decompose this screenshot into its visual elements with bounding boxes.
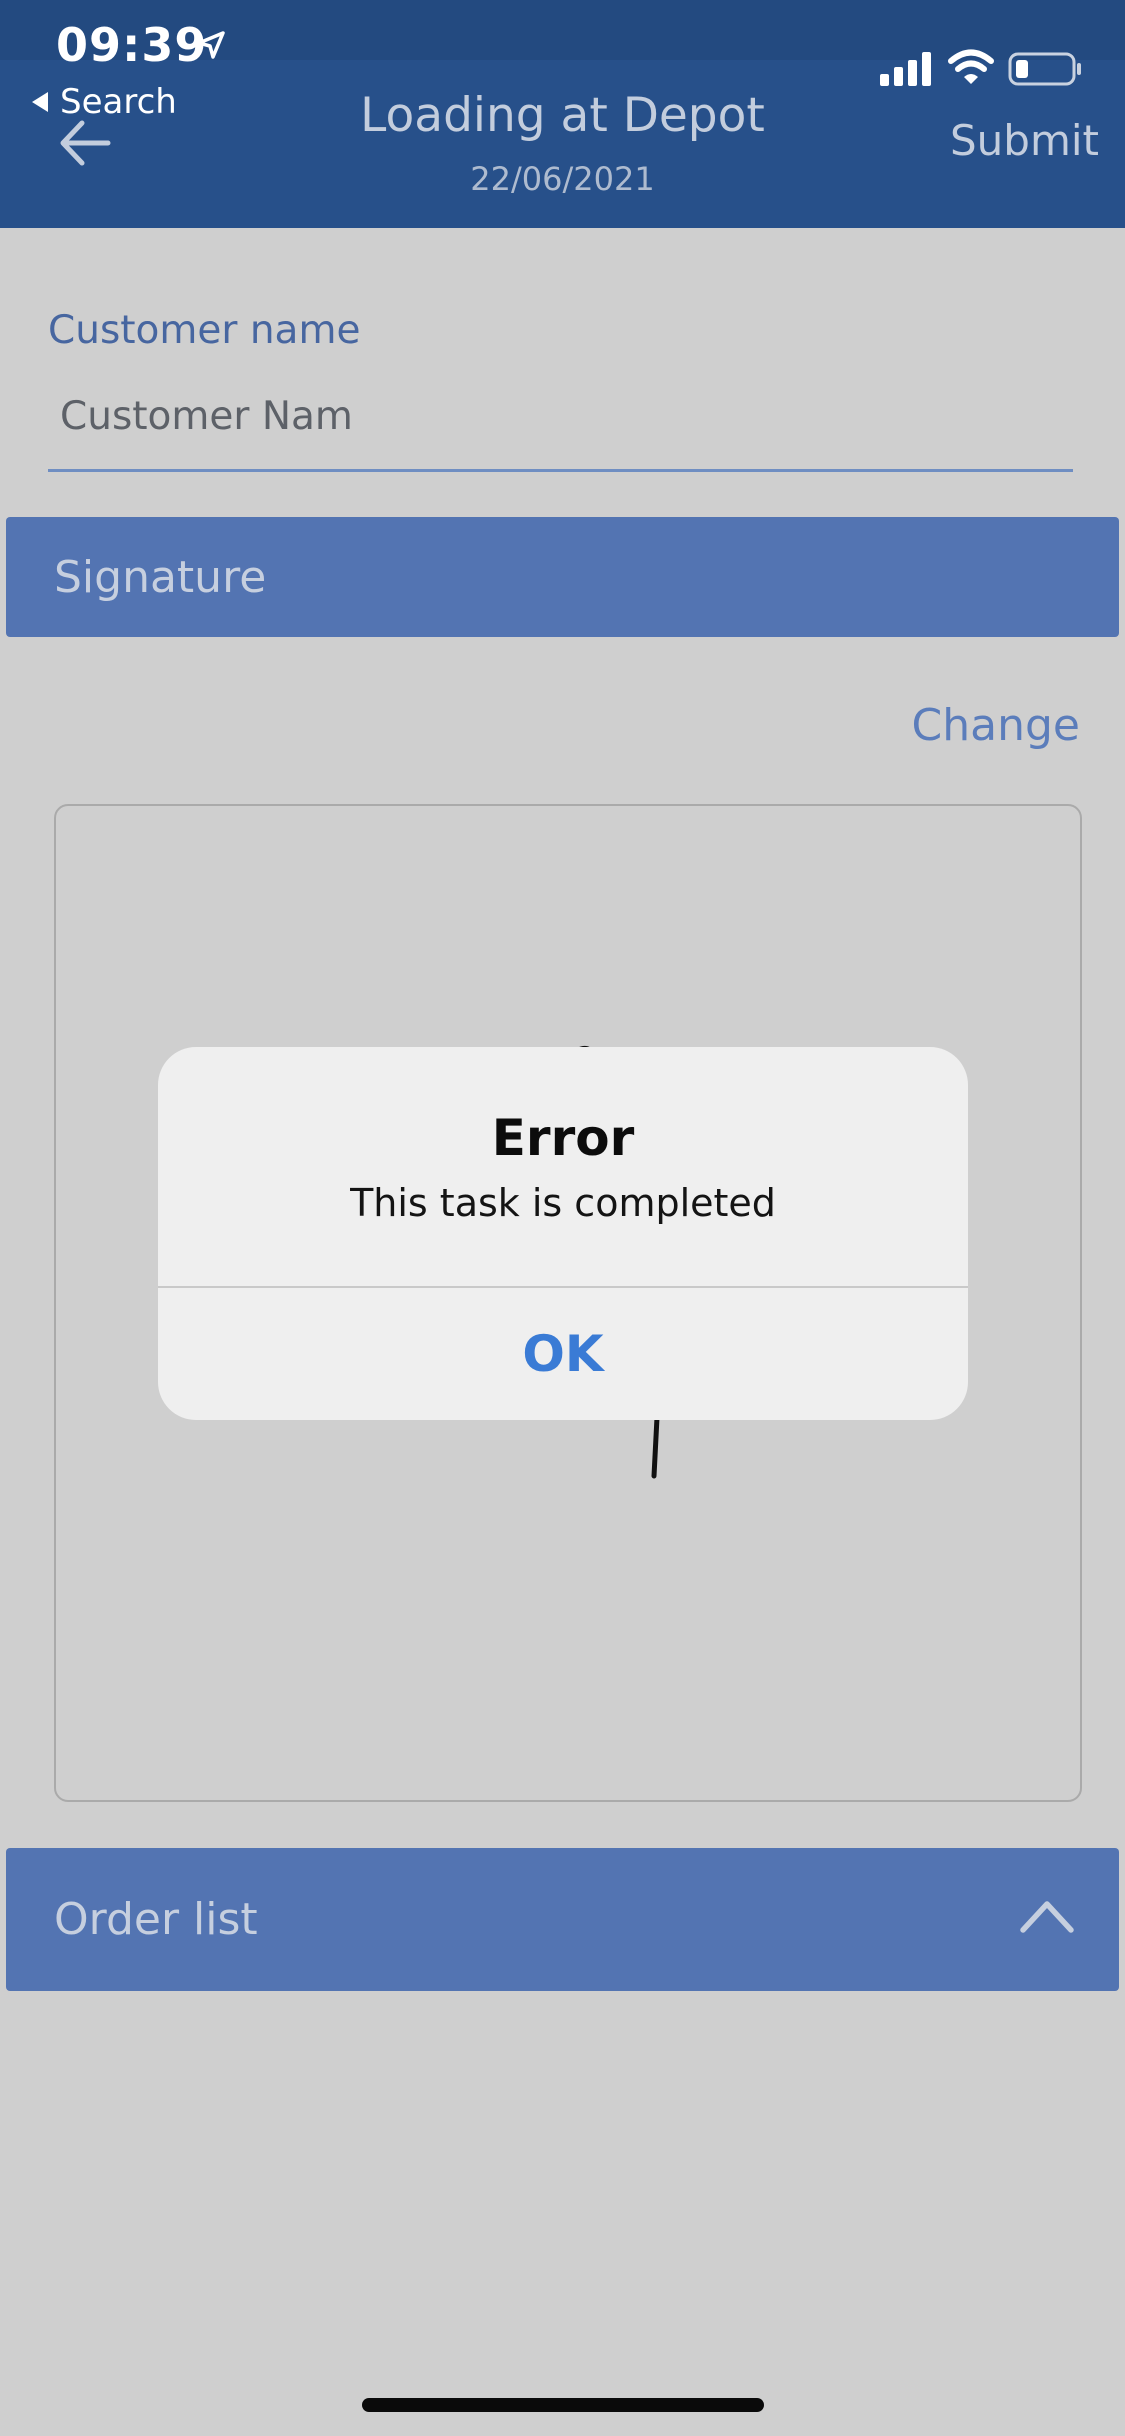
submit-button[interactable]: Submit <box>950 116 1099 165</box>
back-app-label: Search <box>60 82 177 122</box>
battery-icon <box>1008 52 1081 86</box>
chevron-up-icon[interactable] <box>1019 1896 1075 1936</box>
signature-section-header: Signature <box>6 517 1119 637</box>
signal-icon <box>880 52 931 86</box>
app-header: 09:39 Search Loading at Depot 22/06/2021… <box>0 0 1125 228</box>
back-to-search-link[interactable]: Search <box>32 82 177 122</box>
alert-ok-button[interactable]: OK <box>158 1288 968 1420</box>
order-list-title: Order list <box>54 1894 258 1945</box>
back-triangle-icon <box>32 92 48 112</box>
page-date: 22/06/2021 <box>470 160 655 198</box>
customer-name-input[interactable]: Customer Nam <box>48 382 1073 472</box>
alert-title: Error <box>491 1109 635 1167</box>
customer-name-label: Customer name <box>48 308 361 353</box>
back-arrow-icon[interactable] <box>58 118 112 168</box>
order-list-section-header[interactable]: Order list <box>6 1848 1119 1991</box>
location-arrow-icon <box>197 31 225 59</box>
error-alert-dialog: Error This task is completed OK <box>158 1047 968 1420</box>
signature-section-title: Signature <box>54 551 267 603</box>
alert-message: This task is completed <box>350 1181 776 1225</box>
home-indicator[interactable] <box>362 2398 764 2412</box>
wifi-icon <box>948 49 994 84</box>
page-title: Loading at Depot <box>360 88 765 143</box>
status-time: 09:39 <box>56 18 208 72</box>
change-signature-button[interactable]: Change <box>912 700 1080 751</box>
